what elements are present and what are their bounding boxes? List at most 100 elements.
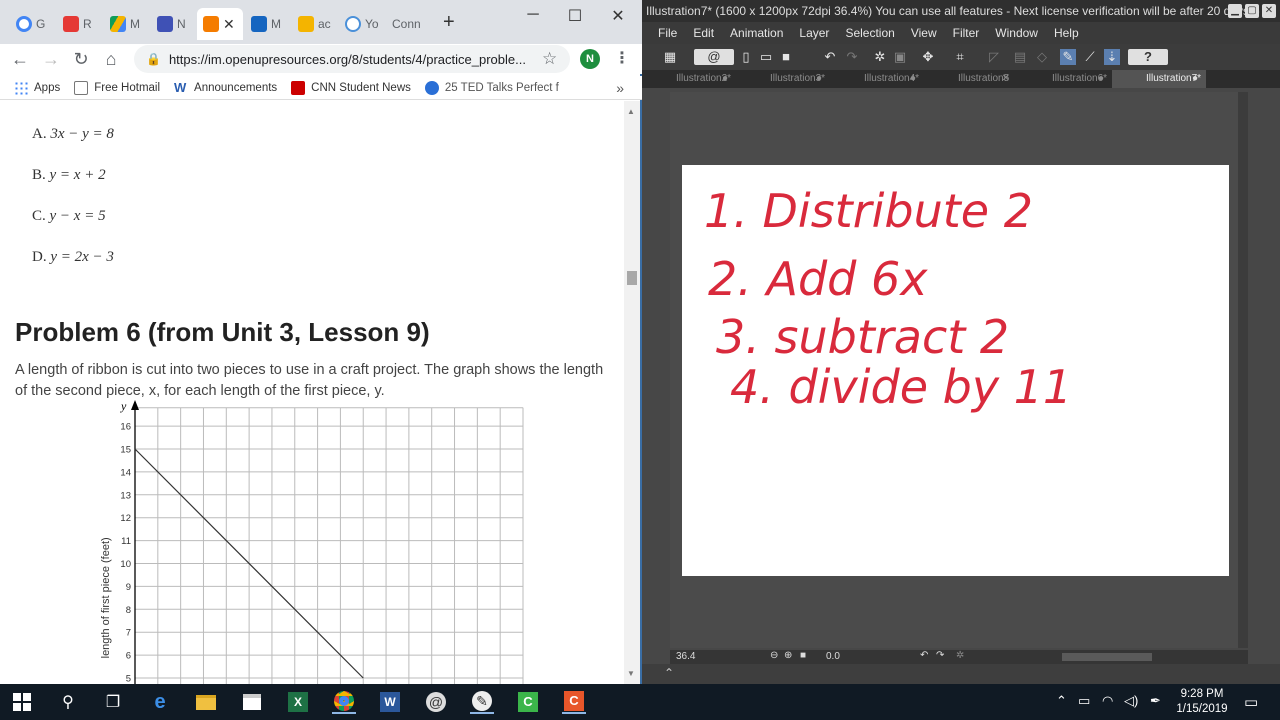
transform-icon[interactable]: ✥	[920, 49, 936, 65]
undo-icon[interactable]: ↶	[822, 49, 838, 65]
tab-yo[interactable]: Yo	[339, 8, 385, 40]
bookmark-star-icon[interactable]: ☆	[542, 49, 557, 69]
tab-google[interactable]: G	[10, 8, 55, 40]
snap-ruler-icon[interactable]: ⟋	[1082, 49, 1098, 65]
choice-a[interactable]: A. 3x − y = 8	[32, 126, 114, 143]
ruler-icon[interactable]: ◸	[986, 49, 1002, 65]
menu-view[interactable]: View	[911, 26, 937, 40]
grid-icon[interactable]: ▦	[662, 49, 678, 65]
canvas-tab-3[interactable]: Illustration3* ●	[736, 70, 830, 88]
tab-n[interactable]: N	[151, 8, 197, 40]
choice-c[interactable]: C. y − x = 5	[32, 208, 106, 225]
tab-slides[interactable]: ac	[292, 8, 338, 40]
menu-help[interactable]: Help	[1054, 26, 1079, 40]
tab-r[interactable]: R	[57, 8, 103, 40]
zoom-value[interactable]: 36.4	[676, 651, 695, 662]
notification-icon[interactable]: ▭	[1244, 693, 1258, 711]
expand-up-icon[interactable]: ⌃	[664, 666, 674, 680]
tab-outlook[interactable]: M	[245, 8, 291, 40]
reload-button[interactable]: ↻	[69, 48, 93, 70]
scroll-up-icon[interactable]: ▲	[627, 107, 635, 116]
close-window-button[interactable]: ✕	[603, 6, 633, 26]
file-explorer-icon[interactable]	[194, 690, 218, 714]
rotate-left-icon[interactable]: ↶	[920, 650, 928, 661]
profile-avatar[interactable]: N	[580, 49, 600, 69]
bookmark-announcements[interactable]: W Announcements	[174, 80, 277, 95]
bookmark-ted[interactable]: 25 TED Talks Perfect f	[424, 80, 559, 95]
forward-button[interactable]: →	[39, 48, 63, 70]
camtasia-recorder-icon[interactable]: C	[562, 690, 586, 714]
canvas-tab-5[interactable]: Illustration5 ✕	[924, 70, 1018, 88]
help-icon[interactable]: ?	[1128, 49, 1168, 65]
tab-active[interactable]: ✕	[197, 8, 243, 40]
tab-conn[interactable]: Conn	[386, 8, 432, 40]
drawing-canvas[interactable]: 1. Distribute 2 2. Add 6x 3. subtract 2 …	[682, 165, 1229, 576]
canvas-hscroll[interactable]	[1062, 653, 1152, 661]
excel-icon[interactable]: X	[286, 690, 310, 714]
page-scrollbar[interactable]: ▲ ▼	[624, 101, 640, 684]
tray-chevron-icon[interactable]: ⌃	[1056, 693, 1067, 709]
crop-icon[interactable]: ⌗	[952, 49, 968, 65]
battery-icon[interactable]: ▭	[1078, 693, 1090, 709]
redo-icon[interactable]: ↷	[844, 49, 860, 65]
new-tab-button[interactable]: +	[443, 12, 455, 32]
new-file-icon[interactable]: ▯	[738, 49, 754, 65]
chrome-icon[interactable]	[332, 690, 356, 714]
scroll-down-icon[interactable]: ▼	[627, 669, 635, 678]
save-icon[interactable]: ■	[778, 49, 794, 65]
menu-selection[interactable]: Selection	[845, 26, 894, 40]
tab-drive[interactable]: M	[104, 8, 150, 40]
canvas-tab-4[interactable]: Illustration4* ●	[830, 70, 924, 88]
canvas-tab-6[interactable]: Illustration6* ●	[1018, 70, 1112, 88]
search-icon[interactable]: ⚲	[56, 690, 80, 714]
tab-close-icon[interactable]: ✕	[1002, 70, 1010, 88]
menu-icon[interactable]: ⋮	[614, 48, 630, 68]
choice-b[interactable]: B. y = x + 2	[32, 167, 106, 184]
menu-filter[interactable]: Filter	[953, 26, 980, 40]
bookmark-hotmail[interactable]: Free Hotmail	[74, 80, 160, 95]
csp-minimize-button[interactable]: ▁	[1228, 4, 1242, 18]
edge-icon[interactable]: e	[148, 690, 172, 714]
menu-file[interactable]: File	[658, 26, 677, 40]
fit-icon[interactable]: ■	[800, 650, 806, 661]
address-bar[interactable]: 🔒 https://im.openupresources.org/8/stude…	[134, 45, 570, 73]
menu-layer[interactable]: Layer	[799, 26, 829, 40]
snap-grid-icon[interactable]: ⇣	[1104, 49, 1120, 65]
deselect-icon[interactable]: ◇	[1034, 49, 1050, 65]
canvas-tab-2[interactable]: Illustration2* ●	[642, 70, 736, 88]
zoom-in-icon[interactable]: ⊕	[784, 650, 792, 661]
camtasia-green-icon[interactable]: C	[516, 690, 540, 714]
task-view-icon[interactable]: ❐	[101, 690, 125, 714]
open-folder-icon[interactable]: ▭	[758, 49, 774, 65]
csp-maximize-button[interactable]: ▢	[1245, 4, 1259, 18]
pen-snap-icon[interactable]: ✎	[1060, 49, 1076, 65]
home-button[interactable]: ⌂	[99, 48, 123, 70]
reset-rotation-icon[interactable]: ✲	[956, 650, 964, 661]
more-bookmarks-icon[interactable]: »	[616, 80, 624, 96]
store-icon[interactable]	[240, 690, 264, 714]
maximize-button[interactable]: ☐	[560, 6, 590, 26]
pen-icon[interactable]: ✒	[1150, 693, 1161, 709]
clear-icon[interactable]: ✲	[872, 49, 888, 65]
choice-d[interactable]: D. y = 2x − 3	[32, 249, 114, 266]
menu-edit[interactable]: Edit	[693, 26, 714, 40]
back-button[interactable]: ←	[8, 48, 32, 70]
fill-icon[interactable]: ▣	[892, 49, 908, 65]
menu-animation[interactable]: Animation	[730, 26, 783, 40]
close-tab-icon[interactable]: ✕	[223, 16, 235, 33]
clip-studio-taskbar-icon[interactable]: @	[424, 690, 448, 714]
clock[interactable]: 9:28 PM 1/15/2019	[1172, 687, 1232, 717]
zoom-out-icon[interactable]: ⊖	[770, 650, 778, 661]
select-icon[interactable]: ▤	[1012, 49, 1028, 65]
clip-studio-paint-icon[interactable]: ✎	[470, 690, 494, 714]
scroll-thumb[interactable]	[627, 271, 637, 285]
wifi-icon[interactable]: ◠	[1102, 693, 1113, 709]
bookmark-apps[interactable]: Apps	[14, 80, 60, 95]
minimize-button[interactable]: ─	[518, 6, 548, 24]
bookmark-cnn[interactable]: CNN Student News	[291, 80, 411, 95]
rotate-right-icon[interactable]: ↷	[936, 650, 944, 661]
start-windows-icon[interactable]	[10, 690, 34, 714]
word-icon[interactable]: W	[378, 690, 402, 714]
canvas-vscroll[interactable]	[1238, 92, 1248, 648]
volume-icon[interactable]: ◁)	[1124, 693, 1138, 709]
